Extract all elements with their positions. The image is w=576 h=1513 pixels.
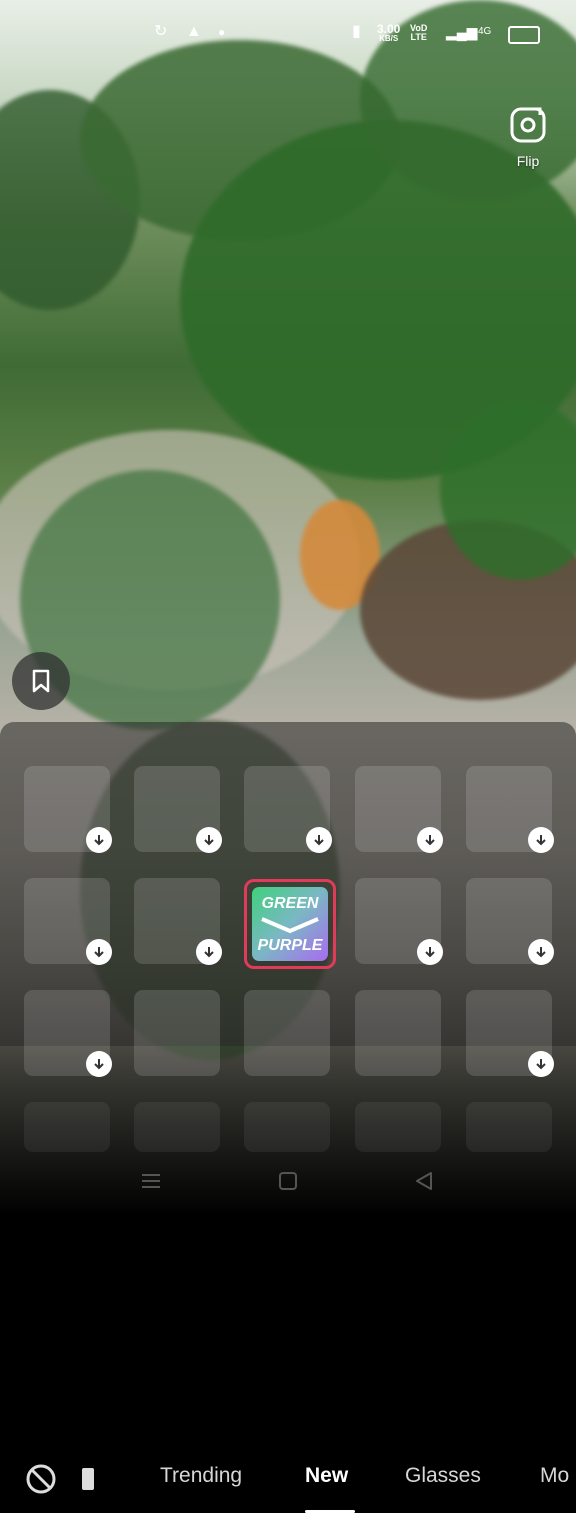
download-icon — [86, 939, 112, 965]
effect-tile[interactable] — [134, 766, 222, 853]
tab-more[interactable]: Mo — [540, 1464, 569, 1488]
tab-new[interactable]: New — [305, 1464, 348, 1488]
download-icon — [196, 939, 222, 965]
chevron-down-icon — [261, 917, 319, 933]
download-icon — [306, 827, 332, 853]
bookmark-icon — [32, 669, 50, 693]
selected-effect-tile[interactable]: GREEN PURPLE — [244, 879, 336, 969]
flip-camera-button[interactable]: Flip — [498, 106, 558, 169]
speed-unit: KB/S — [379, 34, 399, 43]
effect-tile[interactable] — [466, 990, 554, 1077]
home-icon[interactable] — [277, 1170, 299, 1192]
download-icon — [86, 1051, 112, 1077]
speed-value: 3.00 — [377, 22, 401, 36]
effect-text-line2: PURPLE — [257, 937, 323, 954]
tab-glasses[interactable]: Glasses — [405, 1464, 481, 1488]
remove-effect-icon[interactable] — [24, 1462, 58, 1496]
effect-tile[interactable] — [24, 878, 112, 965]
network-speed: 3.00 KB/S — [377, 22, 401, 44]
effect-tile[interactable] — [134, 878, 222, 965]
download-icon — [528, 827, 554, 853]
lte-label: LTE — [410, 32, 427, 42]
green-purple-effect-thumbnail: GREEN PURPLE — [252, 887, 328, 961]
tab-trending[interactable]: Trending — [160, 1464, 242, 1488]
back-icon[interactable] — [413, 1170, 435, 1192]
vibrate-icon: ▮ — [352, 23, 361, 40]
sync-icon: ↻ — [154, 23, 168, 40]
effect-tile[interactable] — [355, 766, 443, 853]
menu-icon[interactable] — [140, 1170, 162, 1192]
download-icon — [417, 939, 443, 965]
download-icon — [417, 827, 443, 853]
signal-icon: ▂▄▆ — [446, 24, 478, 40]
download-icon — [196, 827, 222, 853]
effect-tile[interactable] — [466, 878, 554, 965]
favorites-button[interactable] — [12, 652, 70, 710]
download-icon — [528, 1051, 554, 1077]
download-icon — [86, 827, 112, 853]
dot-icon: ● — [218, 25, 226, 39]
effect-text-line1: GREEN — [261, 895, 319, 912]
saved-effects-tab-icon[interactable] — [82, 1468, 94, 1490]
effect-tile[interactable] — [134, 990, 220, 1076]
effect-tile[interactable] — [24, 766, 112, 853]
status-bar: ↻ ▲ ● ▮ 3.00 KB/S VoD LTE ▂▄▆ 4G — [0, 0, 576, 70]
flip-camera-icon — [510, 107, 546, 143]
effect-tile[interactable] — [244, 766, 332, 853]
effect-tile[interactable] — [24, 990, 112, 1077]
effect-tile[interactable] — [244, 990, 330, 1076]
battery-icon — [508, 26, 540, 44]
effect-tile[interactable] — [466, 766, 554, 853]
effect-tile[interactable] — [355, 878, 443, 965]
person-icon: ▲ — [186, 23, 202, 40]
effect-tile[interactable] — [355, 990, 441, 1076]
flip-label: Flip — [516, 153, 540, 169]
signal-label: 4G — [478, 26, 492, 37]
network-labels: VoD LTE — [410, 24, 427, 42]
download-icon — [528, 939, 554, 965]
